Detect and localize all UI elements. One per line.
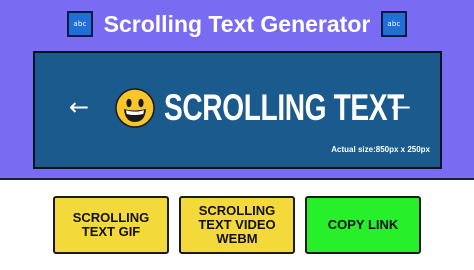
scrolling-text: SCROLLING TEXT (164, 87, 404, 128)
page-title: Scrolling Text Generator (103, 11, 371, 37)
left-arrow-icon: ← (69, 93, 90, 121)
actual-size-label: Actual size:850px x 250px (331, 145, 430, 154)
copy-link-button[interactable]: COPY LINK (305, 196, 421, 254)
left-arrow-icon: ← (391, 93, 412, 121)
scrolling-text-gif-button[interactable]: SCROLLING TEXT GIF (53, 196, 169, 254)
scrolling-text-video-webm-button[interactable]: SCROLLING TEXT VIDEO WEBM (179, 196, 295, 254)
abc-icon: abc (381, 11, 407, 37)
abc-icon: abc (67, 11, 93, 37)
grinning-face-icon (115, 88, 155, 128)
